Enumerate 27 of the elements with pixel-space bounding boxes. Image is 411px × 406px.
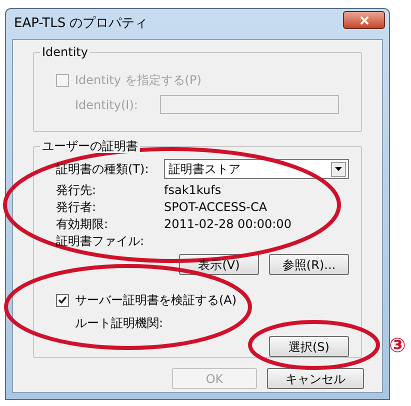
root-ca-label: ルート証明機関: (75, 315, 164, 332)
detail-label: 証明書ファイル: (56, 232, 146, 250)
dialog-button[interactable]: キャンセル (267, 368, 364, 389)
field-label: Identity(I): (74, 96, 139, 114)
window-title: EAP-TLS のプロパティ (14, 15, 148, 34)
group-title: ユーザーの証明書 (40, 139, 140, 153)
detail-label: 発行者: (56, 198, 98, 216)
detail-label: 発行先: (56, 182, 98, 198)
caret-icon (335, 167, 342, 171)
checkbox[interactable] (56, 294, 69, 306)
dropdown-value: 証明書ストア (168, 161, 241, 178)
checkmark-icon (58, 296, 67, 304)
dialog-button[interactable]: 参照(R)... (269, 254, 349, 275)
detail-value: SPOT-ACCESS-CA (164, 198, 268, 216)
checkbox-label: サーバー証明書を検証する(A) (75, 292, 237, 309)
field-label: 証明書の種類(T): (56, 161, 150, 178)
detail-value: 2011-02-28 00:00:00 (164, 216, 292, 232)
checkbox-label: Identity を指定する(P) (75, 72, 202, 89)
close-button[interactable] (343, 11, 385, 29)
group-title: Identity (40, 45, 90, 59)
annotation-number: ③ (389, 335, 406, 355)
close-icon (360, 16, 368, 24)
dialog-button[interactable]: 選択(S) (269, 336, 349, 357)
detail-label: 有効期限: (56, 216, 110, 232)
dropdown-arrow-button[interactable] (331, 162, 346, 176)
detail-value: fsak1kufs (164, 182, 222, 198)
certificate-type-dropdown[interactable]: 証明書ストア (164, 159, 349, 179)
